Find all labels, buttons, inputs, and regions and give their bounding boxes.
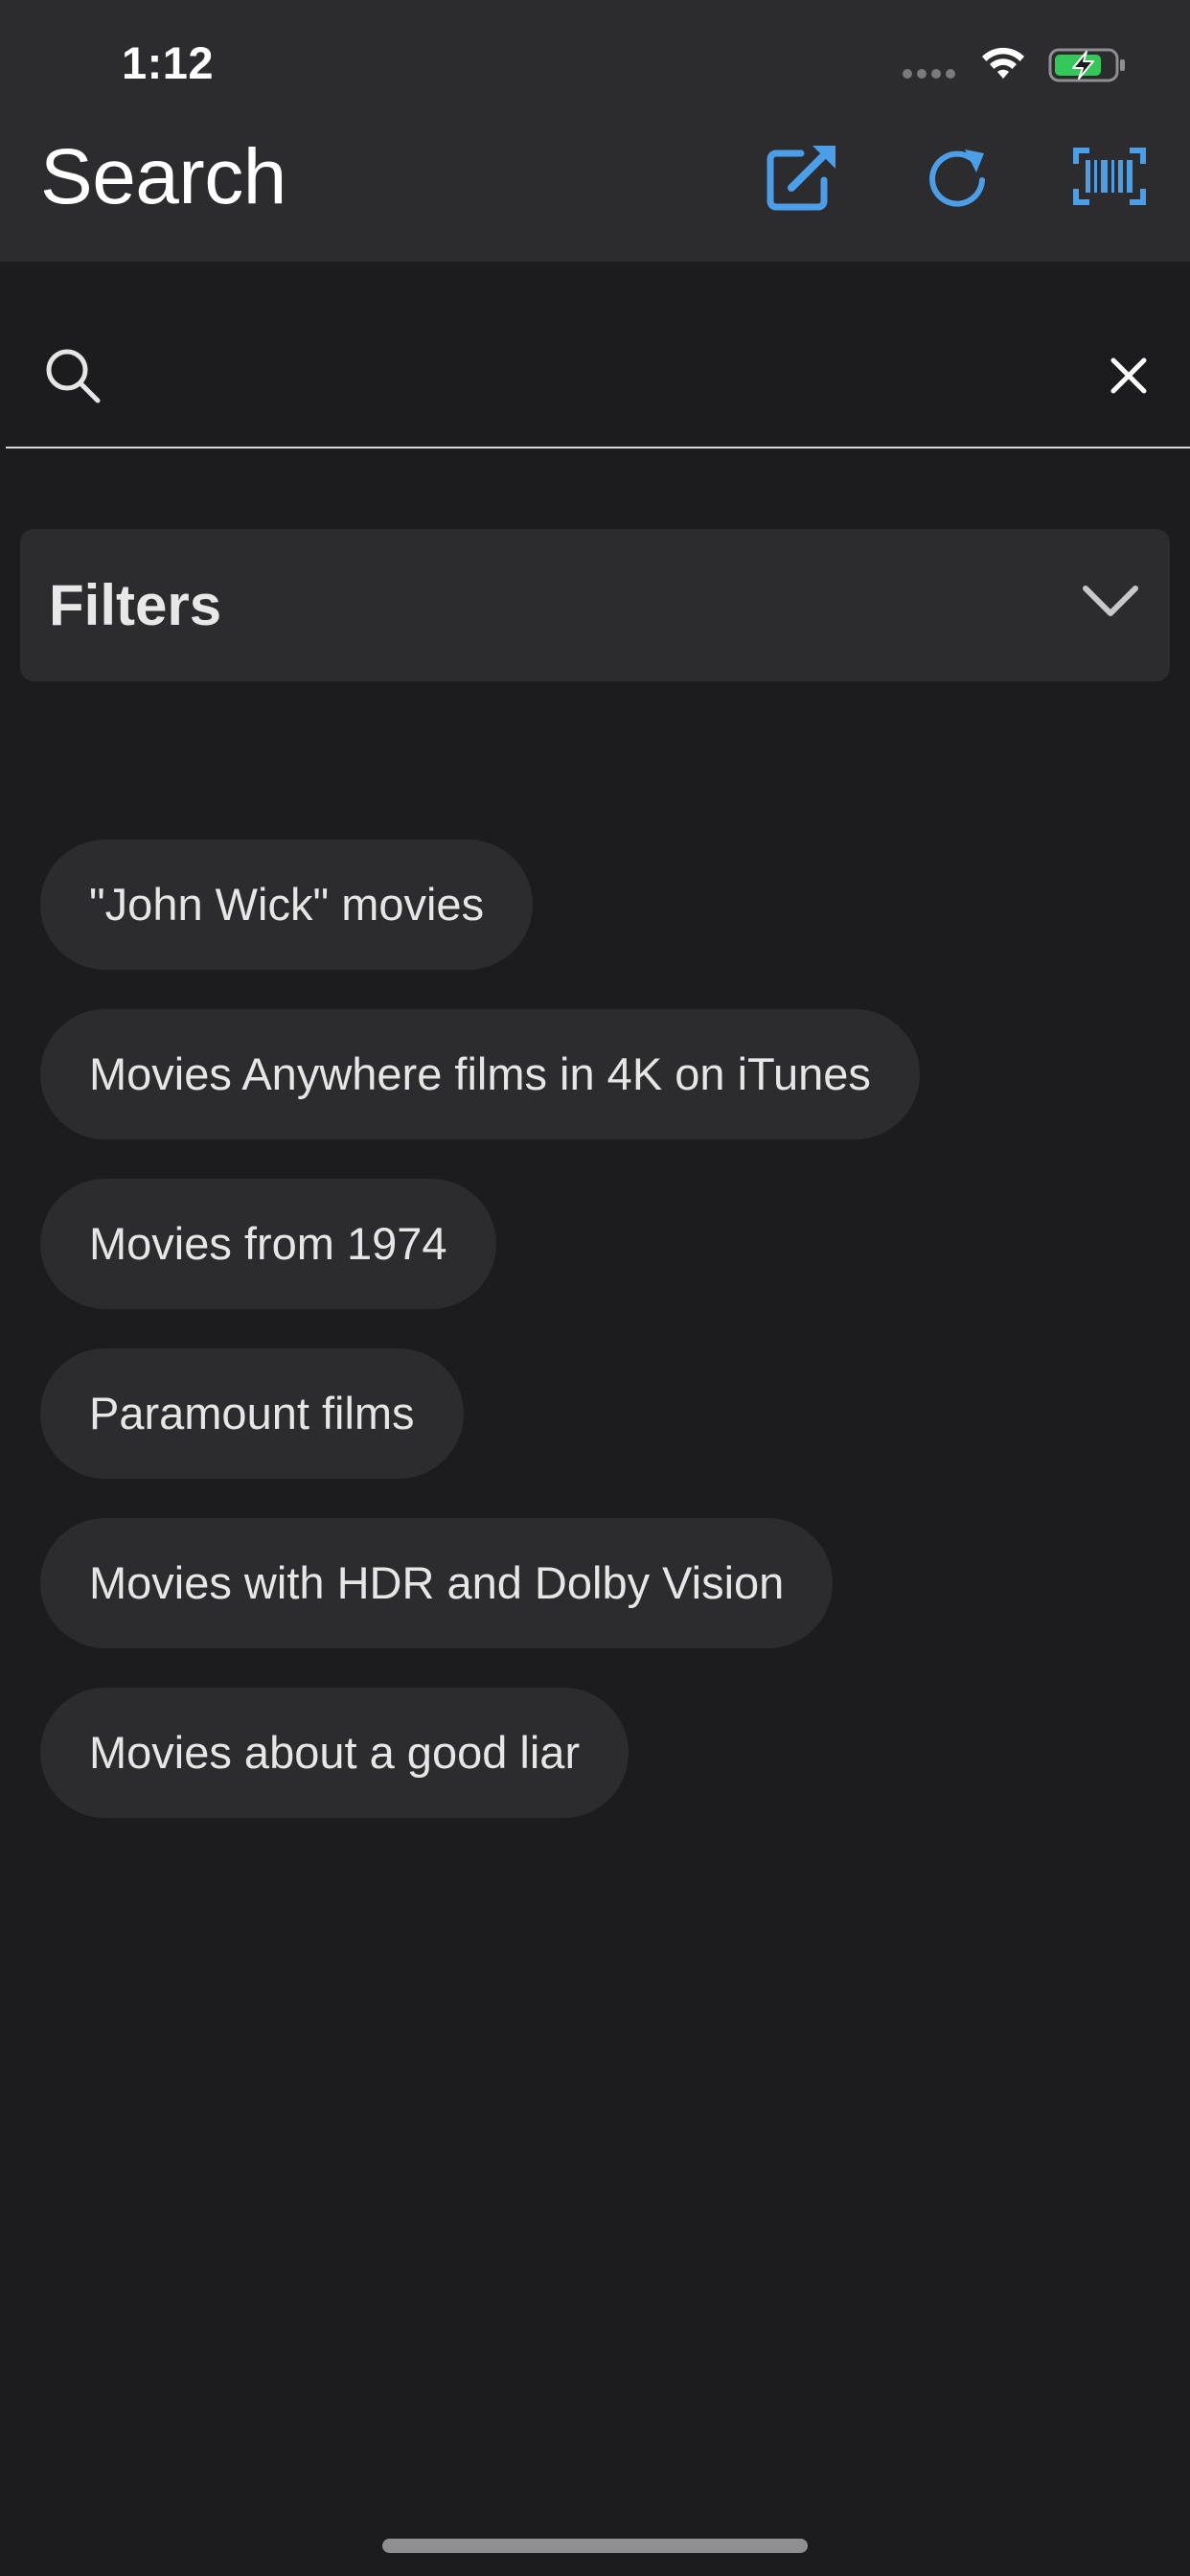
share-button[interactable] bbox=[763, 136, 843, 217]
search-underline bbox=[6, 447, 1190, 448]
cellular-signal-icon bbox=[903, 69, 960, 79]
home-indicator[interactable] bbox=[382, 2539, 808, 2553]
chevron-down-icon bbox=[1083, 586, 1138, 616]
suggestion-chip[interactable]: Movies Anywhere films in 4K on iTunes bbox=[40, 1009, 920, 1139]
filters-dropdown[interactable]: Filters bbox=[20, 529, 1170, 681]
wifi-icon bbox=[982, 47, 1024, 79]
suggestion-chip[interactable]: Movies about a good liar bbox=[40, 1688, 629, 1818]
battery-charging-icon bbox=[1048, 48, 1125, 82]
suggestion-chip[interactable]: Movies from 1974 bbox=[40, 1179, 496, 1309]
search-icon bbox=[46, 349, 101, 403]
status-indicators bbox=[903, 42, 1190, 90]
barcode-scan-icon bbox=[1073, 148, 1146, 205]
search-screen: 1:12 Search Filters "John Wick" movies M… bbox=[0, 0, 1190, 2576]
suggestion-chip[interactable]: "John Wick" movies bbox=[40, 840, 534, 970]
suggestion-chip[interactable]: Paramount films bbox=[40, 1348, 464, 1479]
suggestion-chip[interactable]: Movies with HDR and Dolby Vision bbox=[40, 1518, 834, 1648]
search-bar bbox=[0, 316, 1190, 450]
share-external-icon bbox=[767, 146, 835, 211]
refresh-button[interactable] bbox=[918, 136, 998, 217]
page-title: Search bbox=[40, 133, 286, 220]
refresh-icon bbox=[929, 150, 985, 207]
close-icon[interactable] bbox=[1102, 349, 1156, 402]
filters-label: Filters bbox=[49, 573, 222, 637]
status-time: 1:12 bbox=[122, 37, 215, 88]
barcode-scan-button[interactable] bbox=[1069, 136, 1150, 217]
header: 1:12 Search bbox=[0, 0, 1190, 262]
search-input[interactable] bbox=[125, 335, 1064, 412]
